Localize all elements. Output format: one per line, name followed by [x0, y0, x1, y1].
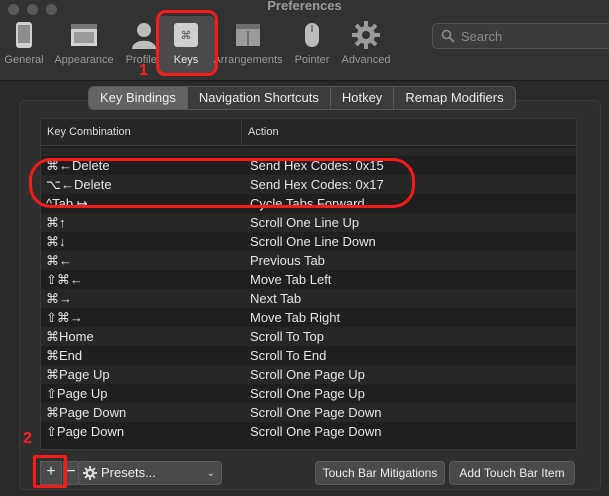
tab-key-bindings[interactable]: Key Bindings	[89, 87, 188, 109]
key-combination-cell: ⌘End	[46, 348, 83, 363]
toolbar-advanced[interactable]: Advanced	[334, 16, 398, 76]
key-combination-cell: ⇧Page Down	[46, 424, 125, 439]
key-combination-cell: ⇧⌘←	[46, 272, 83, 287]
table-header: Key Combination Action	[41, 119, 576, 146]
action-cell: Scroll One Page Down	[250, 424, 382, 439]
action-cell: Next Tab	[250, 291, 302, 306]
add-touch-bar-item-button[interactable]: Add Touch Bar Item	[449, 461, 575, 485]
tab-remap-modifiers[interactable]: Remap Modifiers	[394, 87, 514, 109]
table-row[interactable]: ⌘→ Next Tab	[41, 289, 576, 308]
table-row[interactable]: ⌘← Previous Tab	[41, 251, 576, 270]
key-combination-cell: ⌘↓	[46, 234, 66, 249]
action-cell: Scroll One Page Down	[250, 405, 382, 420]
key-combination-cell: ⌘↑	[46, 215, 66, 230]
action-cell: Move Tab Left	[250, 272, 332, 287]
toolbar-arrangements[interactable]: Arrangements	[212, 16, 284, 76]
annotation-number-2: 2	[23, 430, 32, 447]
annotation-add-button-highlight	[33, 455, 67, 488]
table-row[interactable]: ^⇧Tab ↦Cycle Tabs Backward	[41, 148, 576, 156]
key-combination-cell: ^⇧Tab ↦	[41, 148, 244, 156]
table-row[interactable]: ⇧⌘← Move Tab Left	[41, 270, 576, 289]
action-cell: Previous Tab	[250, 253, 325, 268]
key-combination-cell: ⌘Home	[46, 329, 94, 344]
toolbar-appearance[interactable]: Appearance	[53, 16, 115, 76]
table-row[interactable]: ⇧⌘→ Move Tab Right	[41, 308, 576, 327]
action-cell: Scroll One Page Up	[250, 386, 365, 401]
gear-icon	[352, 21, 380, 49]
action-cell: Move Tab Right	[250, 310, 341, 325]
phone-icon	[16, 22, 32, 48]
search-input[interactable]	[459, 27, 603, 46]
search-field[interactable]	[432, 23, 609, 49]
mouse-icon	[305, 23, 319, 47]
annotation-number-1: 1	[139, 62, 148, 79]
search-icon	[441, 29, 455, 43]
toolbar-general[interactable]: General	[0, 16, 55, 76]
key-combination-cell: ⌘→	[46, 291, 72, 306]
column-key-combination[interactable]: Key Combination	[41, 119, 242, 145]
action-cell: Scroll One Line Down	[250, 234, 376, 249]
presets-dropdown[interactable]: Presets... ⌄	[78, 461, 222, 485]
action-cell: Scroll One Line Up	[250, 215, 360, 230]
action-cell: Scroll To Top	[250, 329, 324, 344]
table-row[interactable]: ⌘Page Down Scroll One Page Down	[41, 403, 576, 422]
person-icon	[132, 23, 156, 49]
toolbar: Preferences General Appearance Profiles …	[0, 0, 609, 81]
action-cell: Scroll One Page Up	[250, 367, 365, 382]
annotation-rows-highlight	[29, 158, 415, 208]
presets-label: Presets...	[101, 465, 156, 480]
table-row[interactable]: ⌘End Scroll To End	[41, 346, 576, 365]
table-row[interactable]: ⇧Page Up Scroll One Page Up	[41, 384, 576, 403]
chevron-down-icon: ⌄	[206, 468, 215, 479]
window-title: Preferences	[267, 0, 342, 13]
arrangements-icon	[236, 24, 260, 46]
key-combination-cell: ⌘Page Up	[46, 367, 110, 382]
action-cell: Scroll To End	[250, 348, 327, 363]
table-row[interactable]: ⌘Page Up Scroll One Page Up	[41, 365, 576, 384]
table-row[interactable]: ⌘↑ Scroll One Line Up	[41, 213, 576, 232]
table-row[interactable]: ⌘Home Scroll To Top	[41, 327, 576, 346]
table-row[interactable]: ⇧Page Down Scroll One Page Down	[41, 422, 576, 441]
tab-bar: Key Bindings Navigation Shortcuts Hotkey…	[88, 86, 516, 110]
touch-bar-mitigations-button[interactable]: Touch Bar Mitigations	[315, 461, 445, 485]
column-action[interactable]: Action	[242, 119, 576, 145]
action-cell: Cycle Tabs Backward	[244, 148, 576, 156]
key-combination-cell: ⇧⌘→	[46, 310, 83, 325]
key-combination-cell: ⌘Page Down	[46, 405, 127, 420]
table-row[interactable]: ⌘↓ Scroll One Line Down	[41, 232, 576, 251]
annotation-keys-highlight	[156, 10, 218, 76]
key-combination-cell: ⇧Page Up	[46, 386, 108, 401]
tab-hotkey[interactable]: Hotkey	[331, 87, 395, 109]
window-icon	[71, 24, 97, 46]
tab-navigation-shortcuts[interactable]: Navigation Shortcuts	[188, 87, 331, 109]
key-combination-cell: ⌘←	[46, 253, 72, 268]
gear-icon	[83, 466, 97, 480]
